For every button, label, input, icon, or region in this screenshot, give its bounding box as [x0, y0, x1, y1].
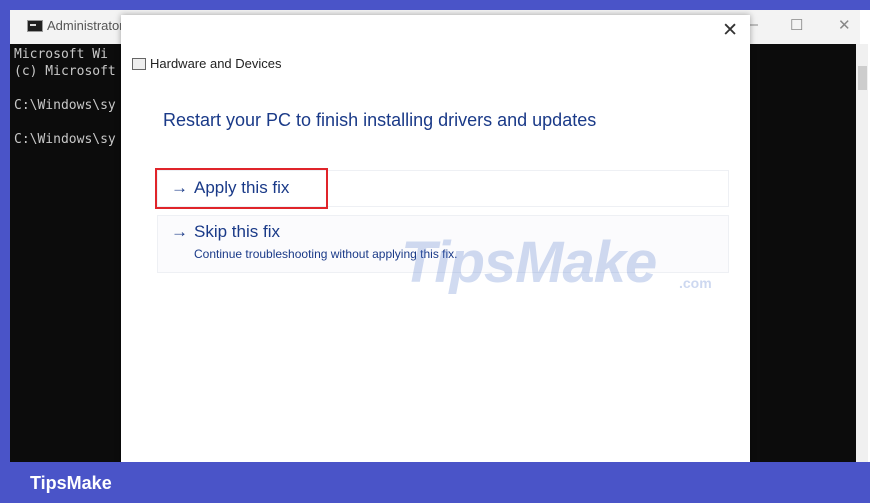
console-line: C:\Windows\sy	[14, 132, 116, 147]
troubleshooter-icon	[132, 58, 146, 70]
console-title: Administrator	[47, 18, 124, 33]
footer-bar: TipsMake	[0, 462, 870, 503]
skip-fix-label: Skip this fix	[194, 222, 280, 241]
close-icon[interactable]: ✕	[722, 19, 738, 42]
red-highlight-box	[155, 168, 328, 209]
scroll-thumb[interactable]	[858, 66, 867, 90]
screenshot-area: Administrator — ☐ ✕ Microsoft Wi (c) Mic…	[10, 10, 870, 462]
maximize-button[interactable]: ☐	[790, 16, 803, 34]
brand-label: TipsMake	[30, 473, 112, 493]
console-line: C:\Windows\sy	[14, 98, 116, 113]
watermark-suffix: .com	[679, 275, 712, 291]
cmd-icon	[27, 20, 43, 32]
console-close-button[interactable]: ✕	[838, 16, 851, 34]
troubleshooter-dialog: ✕ Hardware and Devices Restart your PC t…	[121, 15, 750, 462]
watermark: TipsMake	[401, 230, 657, 295]
dialog-title: Hardware and Devices	[150, 56, 282, 71]
dialog-heading: Restart your PC to finish installing dri…	[163, 110, 597, 130]
console-output: Microsoft Wi (c) Microsoft C:\Windows\sy…	[14, 46, 116, 148]
arrow-right-icon: →	[171, 222, 188, 241]
console-scrollbar[interactable]	[856, 44, 868, 462]
console-line: Microsoft Wi	[14, 47, 108, 62]
console-line: (c) Microsoft	[14, 64, 116, 79]
